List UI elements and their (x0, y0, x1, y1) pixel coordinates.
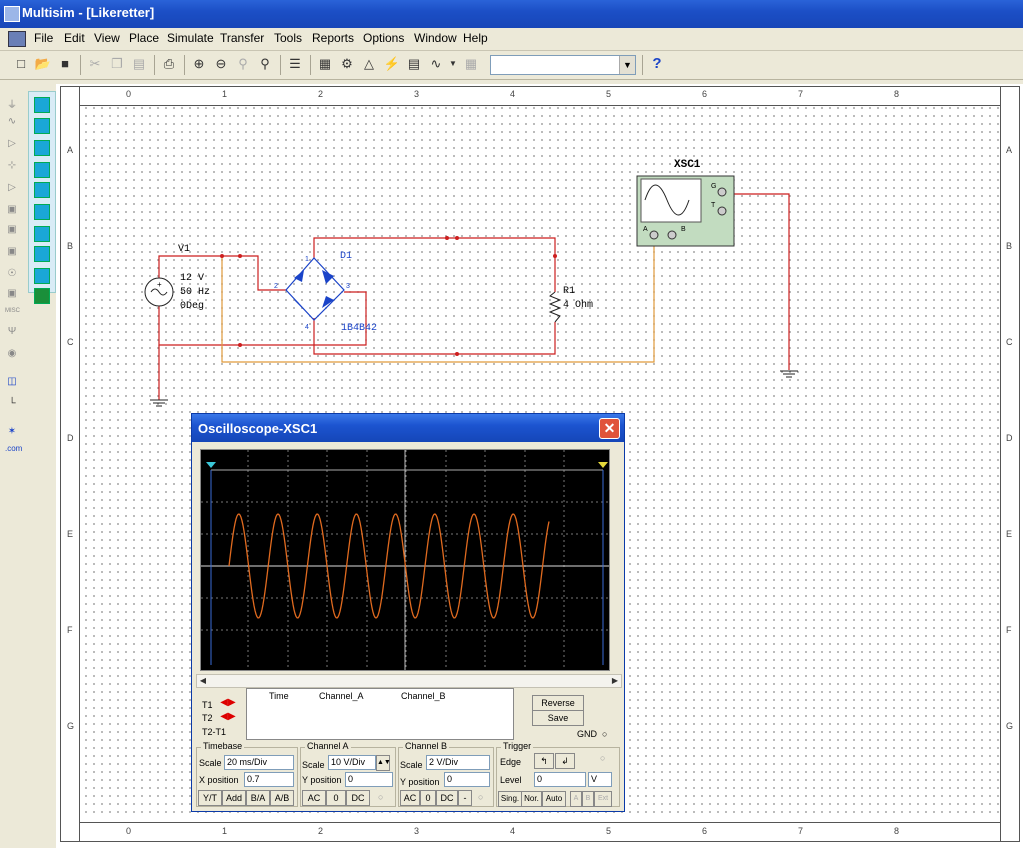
oscilloscope-display (201, 450, 609, 670)
trigger-title: Trigger (501, 741, 534, 751)
trigger-src-a-button[interactable]: A (570, 791, 582, 807)
d1-part: 1B4B42 (341, 323, 378, 334)
trigger-single-button[interactable]: Sing. (498, 791, 522, 807)
gnd-terminal-icon[interactable]: ○ (602, 729, 607, 739)
v1-frequency: 50 Hz (180, 287, 211, 298)
x-position-label: X position (199, 775, 239, 785)
bridge-rectifier-symbol[interactable] (285, 257, 345, 321)
channel-a-scale-label: Scale (302, 760, 325, 770)
trigger-falling-edge-button[interactable]: ↲ (555, 753, 575, 769)
t1-label: T1 (202, 700, 213, 710)
channel-b-ypos-field[interactable]: 0 (444, 772, 490, 787)
xsc1-pin-a: A (643, 226, 648, 233)
trigger-level-unit[interactable]: V (588, 772, 612, 787)
oscilloscope-title: Oscilloscope-XSC1 (198, 421, 318, 436)
trigger-level-field[interactable]: 0 (534, 772, 586, 787)
trigger-auto-button[interactable]: Auto (542, 791, 566, 807)
trigger-rising-edge-button[interactable]: ↰ (534, 753, 554, 769)
v1-voltage: 12 V (180, 273, 205, 284)
oscilloscope-window[interactable]: Oscilloscope-XSC1 ✕ ◀ ▶ T1 T2 T2-T1 ◀▶ ◀… (191, 413, 625, 812)
channel-b-scale-field[interactable]: 2 V/Div (426, 755, 490, 770)
channel-a-dc-button[interactable]: DC (346, 790, 370, 806)
time-scrollbar[interactable]: ◀ ▶ (196, 674, 622, 688)
timebase-title: Timebase (201, 741, 245, 751)
channel-b-dc-button[interactable]: DC (436, 790, 458, 806)
v1-phase: 0Deg (180, 301, 205, 312)
channel-a-terminal-icon[interactable]: ○ (378, 792, 383, 802)
oscilloscope-title-bar[interactable]: Oscilloscope-XSC1 ✕ (192, 414, 624, 442)
channel-a-zero-button[interactable]: 0 (326, 790, 346, 806)
readout-col-a: Channel_A (319, 691, 364, 701)
d1-pin-2: 2 (274, 283, 278, 290)
t2-label: T2 (202, 713, 213, 723)
mode-yt-button[interactable]: Y/T (198, 790, 222, 806)
channel-b-ac-button[interactable]: AC (400, 790, 420, 806)
channel-a-ypos-label: Y position (302, 775, 342, 785)
xsc1-pin-t: T (711, 202, 716, 209)
mode-ab-button[interactable]: A/B (270, 790, 294, 806)
svg-text:+: + (157, 280, 162, 289)
channel-b-ypos-label: Y position (400, 777, 440, 787)
trigger-edge-label: Edge (500, 757, 522, 767)
r1-value: 4 Ohm (563, 300, 594, 311)
d1-pin-4: 4 (305, 324, 309, 331)
trigger-src-b-button[interactable]: B (582, 791, 594, 807)
trigger-terminal-icon[interactable]: ○ (600, 753, 605, 763)
xsc1-name: XSC1 (674, 159, 701, 171)
t2-t1-label: T2-T1 (202, 727, 227, 737)
xsc1-pin-b: B (681, 226, 686, 233)
gnd-label: GND (577, 729, 597, 739)
channel-b-zero-button[interactable]: 0 (420, 790, 436, 806)
trigger-src-ext-button[interactable]: Ext (594, 791, 612, 807)
channel-a-ac-button[interactable]: AC (302, 790, 326, 806)
d1-name: D1 (340, 251, 353, 262)
xsc1-pin-g: G (711, 183, 717, 190)
channel-b-scale-label: Scale (400, 760, 423, 770)
oscilloscope-screen[interactable] (200, 449, 610, 671)
timebase-scale-field[interactable]: 20 ms/Div (224, 755, 294, 770)
oscilloscope-instrument-symbol[interactable] (636, 175, 735, 247)
reverse-button[interactable]: Reverse (532, 695, 584, 711)
mode-ba-button[interactable]: B/A (246, 790, 270, 806)
v1-name: V1 (178, 244, 191, 255)
t2-cursor-arrows-icon[interactable]: ◀▶ (217, 712, 239, 722)
readout-col-b: Channel_B (401, 691, 446, 701)
cursor-readout-table: Time Channel_A Channel_B (246, 688, 514, 740)
trigger-normal-button[interactable]: Nor. (521, 791, 542, 807)
timebase-scale-label: Scale (199, 758, 222, 768)
resistor-symbol[interactable] (548, 291, 562, 323)
channel-a-scale-field[interactable]: 10 V/Div (328, 755, 376, 770)
mode-add-button[interactable]: Add (222, 790, 246, 806)
d1-pin-1: 1 (305, 256, 309, 263)
channel-a-title: Channel A (305, 741, 351, 751)
cursor-t2-handle[interactable] (598, 462, 608, 468)
channel-a-scale-spinner[interactable]: ▲▼ (376, 755, 391, 771)
readout-col-time: Time (269, 691, 289, 701)
channel-b-terminal-icon[interactable]: ○ (478, 792, 483, 802)
d1-pin-3: 3 (346, 283, 350, 290)
x-position-field[interactable]: 0.7 (244, 772, 294, 787)
channel-b-title: Channel B (403, 741, 450, 751)
trigger-level-label: Level (500, 775, 522, 785)
t1-cursor-arrows-icon[interactable]: ◀▶ (217, 698, 239, 708)
ground-symbol-right[interactable] (780, 370, 798, 378)
cursor-t1-handle[interactable] (206, 462, 216, 468)
r1-name: R1 (563, 286, 576, 297)
ground-symbol-left[interactable] (150, 399, 168, 407)
save-button[interactable]: Save (532, 710, 584, 726)
channel-a-ypos-field[interactable]: 0 (345, 772, 393, 787)
scroll-right-icon[interactable]: ▶ (609, 675, 621, 687)
scroll-left-icon[interactable]: ◀ (197, 675, 209, 687)
close-icon[interactable]: ✕ (599, 418, 620, 439)
channel-b-minus-button[interactable]: - (458, 790, 472, 806)
